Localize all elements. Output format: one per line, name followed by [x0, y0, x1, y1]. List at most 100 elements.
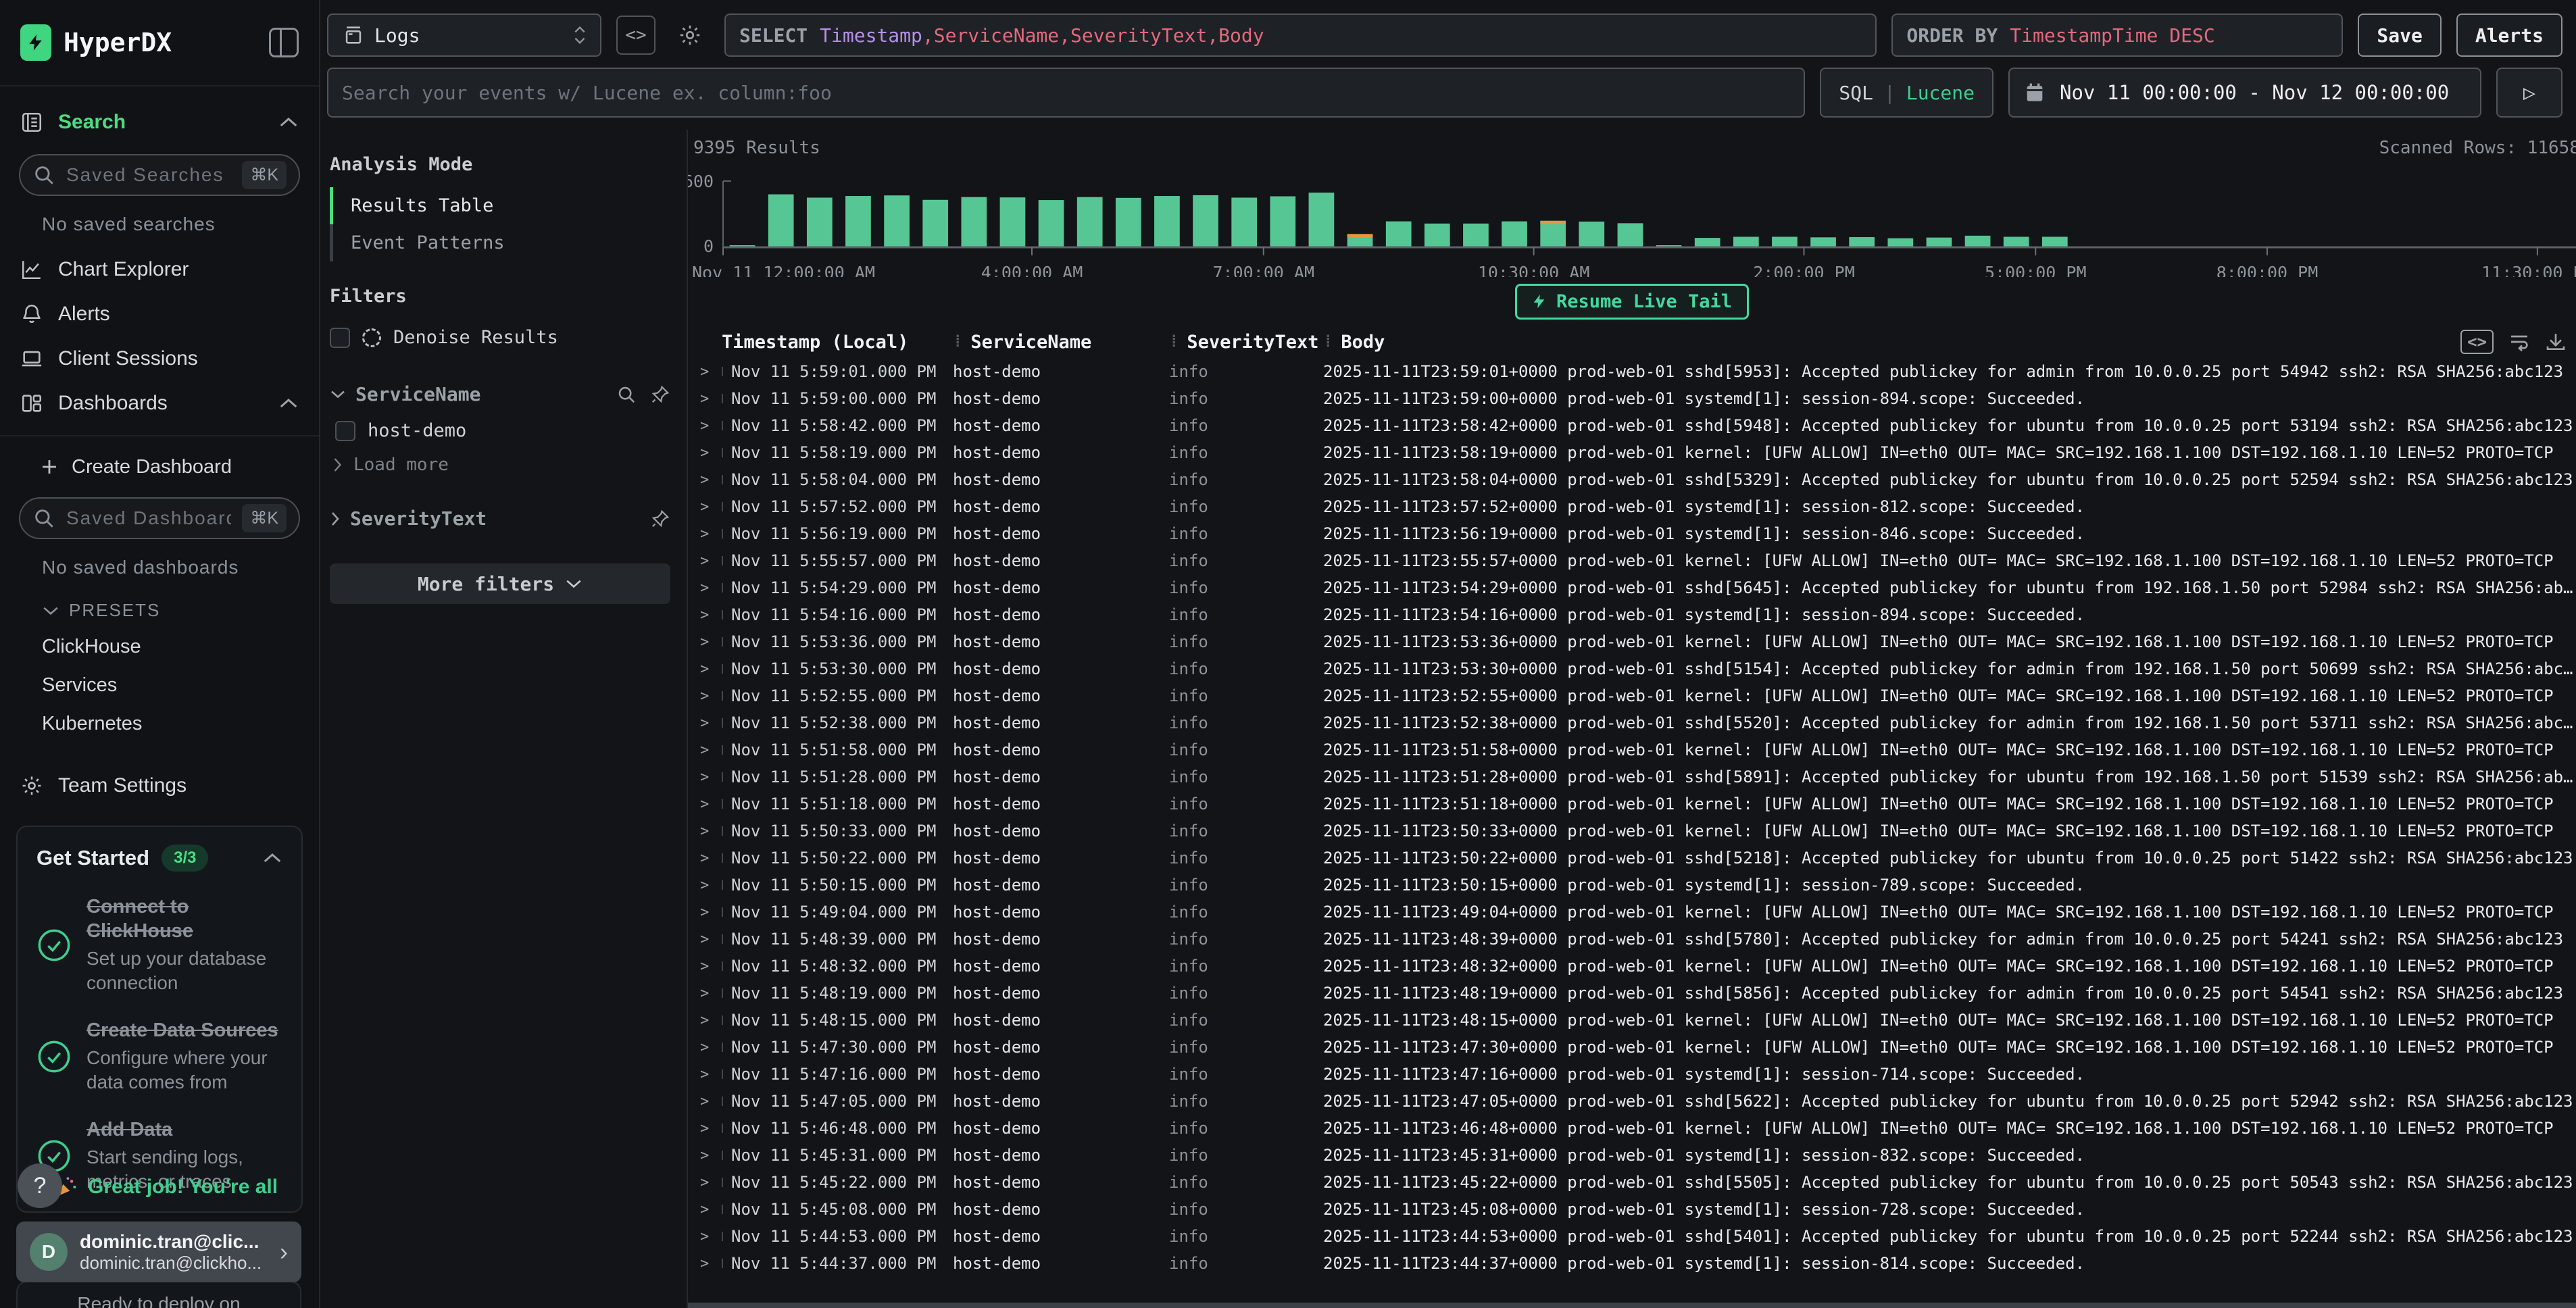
- column-drag-handle[interactable]: ⁞: [953, 332, 961, 352]
- row-expand-chevron[interactable]: >: [688, 796, 722, 813]
- pin-icon[interactable]: [650, 509, 670, 529]
- sidebar-item-search[interactable]: Search: [0, 100, 319, 145]
- table-row[interactable]: >Nov 11 5:47:05.000 PMhost-demoinfo2025-…: [688, 1088, 2576, 1115]
- row-expand-chevron[interactable]: >: [688, 1174, 722, 1191]
- preset-kubernetes[interactable]: Kubernetes: [0, 705, 319, 743]
- table-row[interactable]: >Nov 11 5:44:53.000 PMhost-demoinfo2025-…: [688, 1223, 2576, 1250]
- table-row[interactable]: >Nov 11 5:48:15.000 PMhost-demoinfo2025-…: [688, 1007, 2576, 1034]
- table-row[interactable]: >Nov 11 5:55:57.000 PMhost-demoinfo2025-…: [688, 547, 2576, 574]
- row-expand-chevron[interactable]: >: [688, 742, 722, 759]
- table-row[interactable]: >Nov 11 5:57:52.000 PMhost-demoinfo2025-…: [688, 493, 2576, 520]
- presets-toggle[interactable]: PRESETS: [0, 590, 319, 628]
- date-range-picker[interactable]: Nov 11 00:00:00 - Nov 12 00:00:00: [2008, 68, 2481, 118]
- saved-searches-search[interactable]: ⌘K: [19, 154, 300, 196]
- table-row[interactable]: >Nov 11 5:48:39.000 PMhost-demoinfo2025-…: [688, 926, 2576, 953]
- chevron-up-icon[interactable]: [262, 852, 282, 864]
- filter-value-host-demo[interactable]: host-demo: [330, 412, 670, 449]
- denoise-checkbox[interactable]: [330, 328, 350, 348]
- denoise-results-option[interactable]: Denoise Results: [330, 319, 670, 356]
- sidebar-item-team-settings[interactable]: Team Settings: [0, 763, 319, 808]
- column-header-severitytext[interactable]: ⁞SeverityText: [1169, 332, 1323, 353]
- row-expand-chevron[interactable]: >: [688, 715, 722, 732]
- results-histogram[interactable]: 6000Nov 11 12:00:00 AM4:00:00 AM7:00:00 …: [688, 158, 2576, 277]
- table-row[interactable]: >Nov 11 5:47:30.000 PMhost-demoinfo2025-…: [688, 1034, 2576, 1061]
- column-header-timestamp[interactable]: Timestamp (Local): [722, 332, 953, 353]
- help-button[interactable]: ?: [18, 1163, 62, 1208]
- horizontal-scrollbar[interactable]: [688, 1303, 2576, 1308]
- table-row[interactable]: >Nov 11 5:45:22.000 PMhost-demoinfo2025-…: [688, 1169, 2576, 1196]
- source-settings-button[interactable]: [670, 16, 710, 55]
- row-expand-chevron[interactable]: >: [688, 1066, 722, 1083]
- load-more-button[interactable]: Load more: [330, 449, 670, 480]
- row-expand-chevron[interactable]: >: [688, 877, 722, 894]
- sidebar-collapse-icon[interactable]: [269, 28, 299, 57]
- table-row[interactable]: >Nov 11 5:44:37.000 PMhost-demoinfo2025-…: [688, 1250, 2576, 1277]
- filter-group-severitytext[interactable]: SeverityText: [330, 501, 670, 536]
- search-icon[interactable]: [616, 384, 637, 405]
- row-expand-chevron[interactable]: >: [688, 445, 722, 461]
- saved-dashboards-input[interactable]: [66, 507, 231, 529]
- run-query-button[interactable]: ▷: [2496, 68, 2562, 118]
- row-expand-chevron[interactable]: >: [688, 823, 722, 840]
- saved-dashboards-search[interactable]: ⌘K: [19, 497, 300, 539]
- row-expand-chevron[interactable]: >: [688, 418, 722, 434]
- table-row[interactable]: >Nov 11 5:58:42.000 PMhost-demoinfo2025-…: [688, 412, 2576, 439]
- table-row[interactable]: >Nov 11 5:51:18.000 PMhost-demoinfo2025-…: [688, 790, 2576, 818]
- row-expand-chevron[interactable]: >: [688, 1120, 722, 1137]
- column-header-body[interactable]: ⁞Body: [1323, 332, 2576, 353]
- more-filters-button[interactable]: More filters: [330, 563, 670, 604]
- wrap-lines-icon[interactable]: [2508, 331, 2530, 353]
- lang-sql[interactable]: SQL: [1839, 82, 1873, 104]
- column-header-servicename[interactable]: ⁞ServiceName: [953, 332, 1169, 353]
- row-expand-chevron[interactable]: >: [688, 363, 722, 380]
- row-expand-chevron[interactable]: >: [688, 499, 722, 515]
- row-expand-chevron[interactable]: >: [688, 391, 722, 407]
- sidebar-item-chart-explorer[interactable]: Chart Explorer: [0, 247, 319, 292]
- table-row[interactable]: >Nov 11 5:45:08.000 PMhost-demoinfo2025-…: [688, 1196, 2576, 1223]
- row-expand-chevron[interactable]: >: [688, 1039, 722, 1056]
- logo[interactable]: HyperDX: [20, 24, 172, 61]
- download-icon[interactable]: [2545, 331, 2567, 353]
- row-expand-chevron[interactable]: >: [688, 850, 722, 867]
- row-expand-chevron[interactable]: >: [688, 661, 722, 678]
- table-row[interactable]: >Nov 11 5:54:29.000 PMhost-demoinfo2025-…: [688, 574, 2576, 601]
- event-search[interactable]: [327, 68, 1805, 118]
- row-expand-chevron[interactable]: >: [688, 958, 722, 975]
- create-dashboard-button[interactable]: Create Dashboard: [0, 446, 319, 488]
- row-expand-chevron[interactable]: >: [688, 1228, 722, 1245]
- row-expand-chevron[interactable]: >: [688, 1255, 722, 1272]
- table-row[interactable]: >Nov 11 5:54:16.000 PMhost-demoinfo2025-…: [688, 601, 2576, 628]
- get-started-item[interactable]: Create Data SourcesConfigure where your …: [36, 1018, 282, 1095]
- chevron-up-icon[interactable]: [278, 397, 299, 409]
- table-row[interactable]: >Nov 11 5:50:15.000 PMhost-demoinfo2025-…: [688, 872, 2576, 899]
- row-expand-chevron[interactable]: >: [688, 769, 722, 786]
- row-expand-chevron[interactable]: >: [688, 1147, 722, 1164]
- table-row[interactable]: >Nov 11 5:59:01.000 PMhost-demoinfo2025-…: [688, 358, 2576, 385]
- table-row[interactable]: >Nov 11 5:47:16.000 PMhost-demoinfo2025-…: [688, 1061, 2576, 1088]
- row-expand-chevron[interactable]: >: [688, 526, 722, 543]
- table-row[interactable]: >Nov 11 5:46:48.000 PMhost-demoinfo2025-…: [688, 1115, 2576, 1142]
- sidebar-item-alerts[interactable]: Alerts: [0, 292, 319, 336]
- order-by-input[interactable]: ORDER BY TimestampTime DESC: [1891, 14, 2343, 57]
- table-row[interactable]: >Nov 11 5:51:28.000 PMhost-demoinfo2025-…: [688, 763, 2576, 790]
- table-row[interactable]: >Nov 11 5:52:55.000 PMhost-demoinfo2025-…: [688, 682, 2576, 709]
- filter-group-servicename[interactable]: ServiceName: [330, 376, 670, 412]
- preset-clickhouse[interactable]: ClickHouse: [0, 628, 319, 666]
- host-demo-checkbox[interactable]: [335, 421, 355, 441]
- row-expand-chevron[interactable]: >: [688, 1093, 722, 1110]
- row-expand-chevron[interactable]: >: [688, 472, 722, 488]
- row-expand-chevron[interactable]: >: [688, 1201, 722, 1218]
- mode-event-patterns[interactable]: Event Patterns: [330, 224, 670, 261]
- column-drag-handle[interactable]: ⁞: [1169, 332, 1177, 352]
- resume-live-tail-button[interactable]: Resume Live Tail: [1515, 284, 1749, 320]
- language-toggle[interactable]: SQL | Lucene: [1820, 68, 1993, 118]
- table-row[interactable]: >Nov 11 5:45:31.000 PMhost-demoinfo2025-…: [688, 1142, 2576, 1169]
- row-expand-chevron[interactable]: >: [688, 1012, 722, 1029]
- table-row[interactable]: >Nov 11 5:59:00.000 PMhost-demoinfo2025-…: [688, 385, 2576, 412]
- user-menu[interactable]: D dominic.tran@clic... dominic.tran@clic…: [16, 1222, 301, 1282]
- row-expand-chevron[interactable]: >: [688, 688, 722, 705]
- row-expand-chevron[interactable]: >: [688, 553, 722, 570]
- save-button[interactable]: Save: [2358, 14, 2441, 57]
- alerts-button[interactable]: Alerts: [2456, 14, 2562, 57]
- table-row[interactable]: >Nov 11 5:53:36.000 PMhost-demoinfo2025-…: [688, 628, 2576, 655]
